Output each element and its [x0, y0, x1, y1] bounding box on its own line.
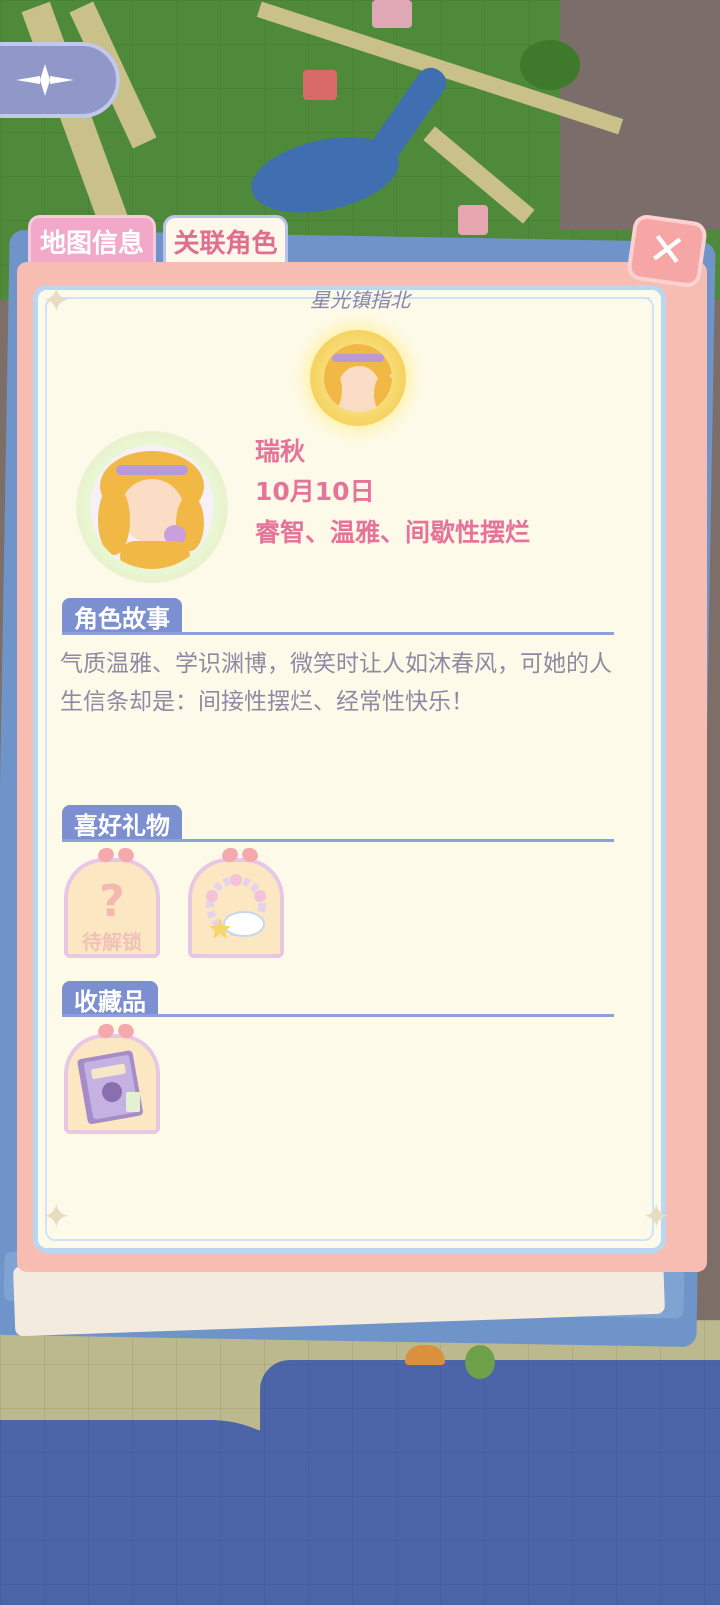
- locked-label: 待解锁: [82, 930, 142, 954]
- character-portrait: [324, 344, 392, 412]
- section-title-story: 角色故事: [62, 598, 182, 634]
- building-icon: [372, 0, 412, 28]
- collection-slot[interactable]: [64, 1034, 160, 1134]
- character-birthday: 10月10日: [255, 477, 375, 506]
- divider: [70, 297, 266, 299]
- palm-tree-icon: [465, 1345, 495, 1379]
- compass-button[interactable]: [0, 42, 120, 118]
- bow-icon: [98, 848, 134, 866]
- question-mark-icon: ?: [99, 876, 125, 927]
- sparkle-icon: ✦: [642, 1197, 671, 1237]
- tree-icon: [520, 40, 580, 90]
- brand-logo: 星光镇指北: [310, 288, 410, 312]
- gift-slot-locked[interactable]: ? 待解锁: [64, 858, 160, 958]
- storybook-icon: [77, 1050, 143, 1125]
- close-button[interactable]: ✕: [625, 213, 709, 289]
- divider: [62, 1014, 614, 1017]
- sparkle-icon: ✦: [42, 1197, 71, 1237]
- character-portrait: [90, 445, 214, 569]
- close-icon: ✕: [645, 222, 689, 279]
- character-name: 瑞秋: [255, 437, 306, 466]
- story-text: 气质温雅、学识渊博，微笑时让人如沐春风，可她的人生信条却是：间接性摆烂、经常性快…: [60, 651, 612, 715]
- tab-map-info[interactable]: 地图信息: [28, 215, 156, 265]
- divider: [62, 839, 614, 842]
- building-icon: [458, 205, 488, 235]
- umbrella-icon: [405, 1345, 445, 1365]
- bow-icon: [98, 1024, 134, 1042]
- bracelet-icon: [206, 874, 266, 939]
- character-traits: 睿智、温雅、间歇性摆烂: [255, 518, 531, 547]
- tab-related-character[interactable]: 关联角色: [163, 215, 288, 265]
- divider: [454, 297, 650, 299]
- section-title-collections: 收藏品: [62, 981, 158, 1017]
- bow-icon: [222, 848, 258, 866]
- puzzle-grid: [0, 1320, 720, 1605]
- gift-slot[interactable]: [188, 858, 284, 958]
- character-avatar: [82, 437, 222, 577]
- shop-icon: [303, 70, 337, 100]
- divider: [62, 632, 614, 635]
- compass-icon: [16, 64, 74, 96]
- sparkle-icon: ✦: [42, 281, 71, 321]
- section-title-gifts: 喜好礼物: [62, 805, 182, 841]
- character-badge: [310, 330, 406, 426]
